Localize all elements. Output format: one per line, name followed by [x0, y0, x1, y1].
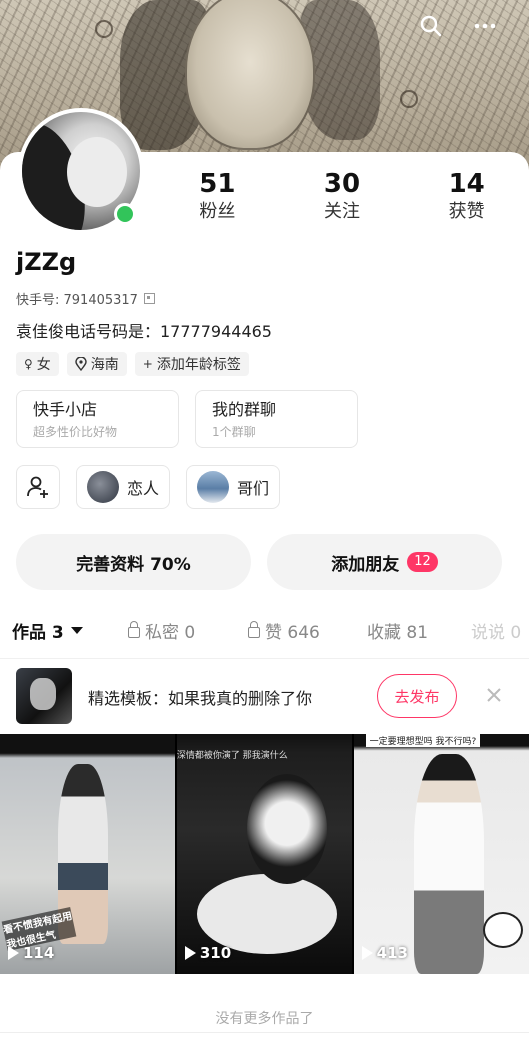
stat-value: 30 [323, 169, 361, 199]
template-banner[interactable]: 精选模板：如果我真的删除了你 去发布 [0, 658, 529, 734]
play-icon [361, 946, 373, 960]
play-count-value: 114 [23, 944, 55, 962]
friend-chip-lover[interactable]: 恋人 [76, 465, 171, 509]
stat-label: 获赞 [448, 201, 485, 222]
no-more-works-text: 没有更多作品了 [215, 1011, 314, 1027]
friend-label: 恋人 [127, 479, 160, 498]
tag-label: 添加年龄标签 [156, 357, 241, 373]
friend-avatar [87, 471, 119, 503]
add-friend-label: 添加朋友 [331, 554, 400, 575]
profile-tags: ♀ 女 海南 + 添加年龄标签 [16, 352, 249, 376]
play-icon [8, 946, 19, 960]
divider [0, 1032, 529, 1033]
card-title: 我的群聊 [212, 400, 277, 419]
stat-value: 51 [199, 169, 236, 199]
add-friend-button[interactable]: 添加朋友 12 [267, 534, 502, 590]
cover-art-ornament [400, 90, 418, 108]
tag-add-age[interactable]: + 添加年龄标签 [134, 352, 249, 376]
friend-shortcuts: 恋人 哥们 [16, 465, 281, 509]
stat-likes[interactable]: 14 获赞 [404, 168, 529, 224]
stat-value: 14 [448, 169, 485, 199]
add-user-icon [27, 476, 48, 498]
play-count: 114 [8, 944, 54, 962]
tag-location[interactable]: 海南 [66, 352, 127, 376]
card-subtitle: 超多性价比好物 [33, 425, 118, 439]
header-actions [417, 12, 499, 40]
tab-label: 作品 3 [12, 623, 64, 643]
content-tabs: 作品 3 私密 0 赞 646 收藏 81 说说 0 [0, 612, 529, 652]
add-friend-icon-button[interactable] [16, 465, 60, 509]
cover-art-ornament [95, 20, 113, 38]
works-grid: 看不惯我有起用 我也很生气 114 深情都被你演了 那我演什么 310 一定要理… [0, 734, 529, 974]
play-count-value: 310 [199, 944, 232, 962]
play-icon [184, 946, 196, 960]
tab-private[interactable]: 私密 0 [128, 618, 195, 643]
tab-label: 收藏 81 [367, 623, 429, 643]
work-thumbnail[interactable]: 看不惯我有起用 我也很生气 114 [0, 734, 176, 974]
tab-favorites[interactable]: 收藏 81 [367, 618, 428, 643]
tab-label: 私密 0 [145, 623, 196, 643]
template-text: 精选模板：如果我真的删除了你 [88, 689, 313, 708]
tab-works[interactable]: 作品 3 [12, 618, 83, 643]
complete-profile-button[interactable]: 完善资料 70% [16, 534, 251, 590]
tab-liked[interactable]: 赞 646 [248, 618, 320, 643]
plus-icon: + [142, 357, 153, 371]
card-title: 快手小店 [33, 400, 98, 419]
card-kuaishou-shop[interactable]: 快手小店 超多性价比好物 [16, 390, 179, 448]
stat-label: 粉丝 [199, 201, 236, 222]
profile-bio: 袁佳俊电话号码是：17777944465 [16, 322, 272, 341]
work-caption: 一定要理想型吗 我不行吗? [365, 734, 481, 747]
card-my-groups[interactable]: 我的群聊 1个群聊 [195, 390, 358, 448]
tab-posts[interactable]: 说说 0 [471, 618, 521, 643]
close-icon[interactable] [484, 685, 504, 705]
lock-icon [128, 621, 140, 638]
tag-label: 女 [36, 357, 51, 373]
friend-request-badge: 12 [407, 552, 438, 572]
play-count: 413 [361, 944, 408, 962]
friend-avatar [197, 471, 230, 503]
work-figure-arm [196, 874, 337, 954]
work-figure [246, 774, 327, 884]
stat-following[interactable]: 30 关注 [280, 168, 405, 224]
female-icon: ♀ [24, 357, 33, 371]
stat-fans[interactable]: 51 粉丝 [155, 168, 280, 224]
tag-label: 海南 [90, 357, 119, 373]
tag-gender[interactable]: ♀ 女 [16, 352, 59, 376]
cover-art-face [185, 0, 315, 150]
tab-label: 赞 646 [265, 623, 320, 643]
hello-kitty-sticker [482, 912, 523, 948]
feature-cards: 快手小店 超多性价比好物 我的群聊 1个群聊 [16, 390, 358, 448]
search-icon[interactable] [417, 12, 445, 40]
complete-profile-label: 完善资料 70% [76, 554, 191, 575]
stat-label: 关注 [324, 201, 360, 222]
play-count-value: 413 [376, 944, 408, 962]
more-icon[interactable] [471, 12, 499, 40]
username: jZZg [16, 248, 77, 276]
kuaishou-id-label: 快手号: 791405317 [16, 293, 138, 308]
avatar-face [67, 137, 127, 207]
friend-label: 哥们 [237, 479, 270, 498]
dropdown-arrow-icon [70, 627, 83, 634]
tab-label: 说说 0 [471, 623, 522, 643]
profile-actions: 完善资料 70% 添加朋友 12 [16, 534, 502, 590]
online-status-dot [114, 203, 136, 225]
work-thumbnail[interactable]: 一定要理想型吗 我不行吗? 413 [353, 734, 529, 974]
location-icon [75, 357, 87, 371]
work-figure [413, 754, 484, 974]
template-thumbnail [16, 668, 72, 724]
kuaishou-id[interactable]: 快手号: 791405317 [16, 289, 155, 308]
lock-icon [248, 621, 260, 638]
publish-button[interactable]: 去发布 [377, 674, 457, 718]
work-caption: 深情都被你演了 那我演什么 [176, 751, 288, 761]
play-count: 310 [184, 944, 232, 962]
profile-stats: 51 粉丝 30 关注 14 获赞 [155, 168, 529, 224]
qr-code-icon[interactable] [143, 293, 155, 304]
work-thumbnail[interactable]: 深情都被你演了 那我演什么 310 [176, 734, 353, 974]
card-subtitle: 1个群聊 [212, 425, 256, 439]
friend-chip-buddies[interactable]: 哥们 [186, 465, 281, 509]
